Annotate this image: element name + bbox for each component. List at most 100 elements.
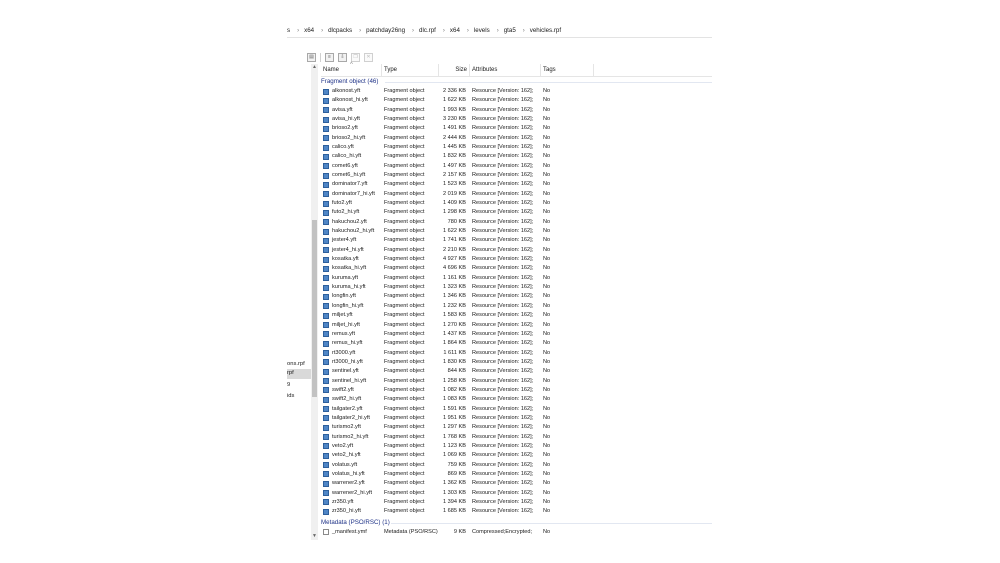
breadcrumb-separator-icon[interactable]: › <box>321 25 323 38</box>
fragment-file-icon <box>323 359 329 366</box>
breadcrumb-separator-icon[interactable]: › <box>297 25 299 38</box>
column-size[interactable]: Size <box>439 64 470 76</box>
table-row[interactable]: calico.yft Fragment object 1 445 KB Resourc… <box>321 143 712 152</box>
table-row[interactable]: hakuchou2_hi.yft Fragment object 1 622 KB R… <box>321 227 712 236</box>
properties-icon[interactable]: ≡ <box>325 53 334 62</box>
file-name: remus_hi.yft <box>332 340 363 347</box>
breadcrumb-segment[interactable]: gta5 <box>504 24 516 37</box>
table-row[interactable]: _manifest.ymf Metadata (PSO/RSC) 9 KB Compr… <box>321 528 712 537</box>
table-row[interactable]: alkonost.yft Fragment object 2 336 KB Resou… <box>321 87 712 96</box>
breadcrumb-separator-icon[interactable]: › <box>523 25 525 38</box>
table-row[interactable]: jester4.yft Fragment object 1 741 KB Resour… <box>321 236 712 245</box>
table-row[interactable]: sentinel_hi.yft Fragment object 1 258 KB Re… <box>321 377 712 386</box>
table-row[interactable]: turismo2.yft Fragment object 1 297 KB Resou… <box>321 423 712 432</box>
table-row[interactable]: dominator7_hi.yft Fragment object 2 019 KB… <box>321 190 712 199</box>
table-row[interactable]: kosatka_hi.yft Fragment object 4 696 KB Res… <box>321 264 712 273</box>
file-tags: No <box>543 508 551 515</box>
group-header-metadata[interactable]: Metadata (PSO/RSC) (1) <box>321 518 712 528</box>
table-row[interactable]: rt3000.yft Fragment object 1 611 KB Resourc… <box>321 349 712 358</box>
breadcrumb-segment[interactable]: vehicles.rpf <box>530 24 561 37</box>
nav-item[interactable]: 9 <box>287 382 290 388</box>
table-row[interactable]: rt3000_hi.yft Fragment object 1 830 KB Reso… <box>321 358 712 367</box>
extract-icon[interactable]: ⇩ <box>338 53 347 62</box>
table-row[interactable]: remus.yft Fragment object 1 437 KB Resource… <box>321 330 712 339</box>
table-row[interactable]: avisa_hi.yft Fragment object 3 230 KB Resou… <box>321 115 712 124</box>
table-row[interactable]: swift2_hi.yft Fragment object 1 083 KB Reso… <box>321 395 712 404</box>
column-type[interactable]: Type <box>382 64 439 76</box>
table-row[interactable]: calico_hi.yft Fragment object 1 832 KB Reso… <box>321 152 712 161</box>
file-size: 1 232 KB <box>442 302 466 309</box>
table-row[interactable]: brioso2.yft Fragment object 1 491 KB Resour… <box>321 124 712 133</box>
view-icon[interactable]: ▤ <box>307 53 316 62</box>
table-row[interactable]: tailgater2_hi.yft Fragment object 1 951 KB… <box>321 414 712 423</box>
column-name[interactable]: Name <box>321 64 382 76</box>
breadcrumb-segment[interactable]: dlc.rpf <box>419 24 436 37</box>
table-row[interactable]: comet6.yft Fragment object 1 497 KB Resourc… <box>321 162 712 171</box>
table-row[interactable]: longfin.yft Fragment object 1 346 KB Resour… <box>321 292 712 301</box>
column-tags[interactable]: Tags <box>541 64 594 76</box>
table-row[interactable]: brioso2_hi.yft Fragment object 2 444 KB Res… <box>321 134 712 143</box>
file-type: Fragment object <box>384 144 425 151</box>
breadcrumb-segment[interactable]: x64 <box>304 24 314 37</box>
scrollbar-thumb[interactable] <box>312 220 317 397</box>
table-row[interactable]: tailgater2.yft Fragment object 1 591 KB Res… <box>321 405 712 414</box>
file-tags: No <box>543 340 551 347</box>
table-row[interactable]: dominator7.yft Fragment object 1 523 KB Res… <box>321 180 712 189</box>
table-row[interactable]: volatus.yft Fragment object 759 KB Resource… <box>321 461 712 470</box>
file-tags: No <box>543 489 551 496</box>
table-row[interactable]: hakuchou2.yft Fragment object 780 KB Resour… <box>321 218 712 227</box>
table-row[interactable]: veto2.yft Fragment object 1 123 KB Resource… <box>321 442 712 451</box>
file-name: rt3000.yft <box>332 349 356 356</box>
table-row[interactable]: futo2_hi.yft Fragment object 1 298 KB Resou… <box>321 208 712 217</box>
file-name: sentinel_hi.yft <box>332 377 367 384</box>
breadcrumb-segment[interactable]: s <box>287 24 290 37</box>
table-row[interactable]: remus_hi.yft Fragment object 1 864 KB Resou… <box>321 339 712 348</box>
table-row[interactable]: kosatka.yft Fragment object 4 927 KB Resour… <box>321 255 712 264</box>
group-header-fragment[interactable]: Fragment object (46) <box>321 77 712 87</box>
nav-scrollbar[interactable]: ▲ ▼ <box>311 64 318 540</box>
breadcrumb-segment[interactable]: patchday26ng <box>366 24 405 37</box>
nav-item[interactable]: ids <box>287 393 294 399</box>
table-row[interactable]: swift2.yft Fragment object 1 082 KB Resourc… <box>321 386 712 395</box>
table-row[interactable]: turismo2_hi.yft Fragment object 1 768 KB Re… <box>321 433 712 442</box>
breadcrumb-segment[interactable]: levels <box>474 24 490 37</box>
table-row[interactable]: veto2_hi.yft Fragment object 1 069 KB Resou… <box>321 451 712 460</box>
breadcrumb[interactable]: s › x64 › dlcpacks › patchday26ng › dlc.rpf › x64 ›… <box>287 24 712 38</box>
table-row[interactable]: kuruma.yft Fragment object 1 161 KB Resourc… <box>321 274 712 283</box>
table-row[interactable]: zr350_hi.yft Fragment object 1 685 KB Resou… <box>321 507 712 516</box>
file-tags: No <box>543 396 551 403</box>
breadcrumb-separator-icon[interactable]: › <box>497 25 499 38</box>
table-row[interactable]: futo2.yft Fragment object 1 409 KB Resource… <box>321 199 712 208</box>
file-type: Fragment object <box>384 200 425 207</box>
table-row[interactable]: warrener2.yft Fragment object 1 362 KB Reso… <box>321 479 712 488</box>
breadcrumb-separator-icon[interactable]: › <box>443 25 445 38</box>
column-header-row: ^ Name Type Size Attributes Tags <box>321 62 712 77</box>
scroll-down-icon[interactable]: ▼ <box>311 533 318 540</box>
table-row[interactable]: sentinel.yft Fragment object 844 KB Resourc… <box>321 367 712 376</box>
scroll-up-icon[interactable]: ▲ <box>311 64 318 71</box>
file-name: calico.yft <box>332 144 354 151</box>
table-row[interactable]: zr350.yft Fragment object 1 394 KB Resource… <box>321 498 712 507</box>
file-type: Fragment object <box>384 284 425 291</box>
table-row[interactable]: avisa.yft Fragment object 1 993 KB Resource… <box>321 106 712 115</box>
breadcrumb-segment[interactable]: dlcpacks <box>328 24 352 37</box>
delete-icon[interactable]: ✕ <box>364 53 373 62</box>
table-row[interactable]: jester4_hi.yft Fragment object 2 210 KB Res… <box>321 246 712 255</box>
breadcrumb-separator-icon[interactable]: › <box>467 25 469 38</box>
breadcrumb-separator-icon[interactable]: › <box>412 25 414 38</box>
table-row[interactable]: miljet_hi.yft Fragment object 1 270 KB Reso… <box>321 321 712 330</box>
column-attributes[interactable]: Attributes <box>470 64 541 76</box>
table-row[interactable]: volatus_hi.yft Fragment object 869 KB Resou… <box>321 470 712 479</box>
table-row[interactable]: kuruma_hi.yft Fragment object 1 323 KB Reso… <box>321 283 712 292</box>
file-size: 780 KB <box>447 218 466 225</box>
table-row[interactable]: alkonost_hi.yft Fragment object 1 622 KB Re… <box>321 96 712 105</box>
nav-item[interactable]: rpf <box>287 370 294 376</box>
table-row[interactable]: warrener2_hi.yft Fragment object 1 303 KB R… <box>321 489 712 498</box>
table-row[interactable]: longfin_hi.yft Fragment object 1 232 KB Res… <box>321 302 712 311</box>
breadcrumb-segment[interactable]: x64 <box>450 24 460 37</box>
breadcrumb-separator-icon[interactable]: › <box>359 25 361 38</box>
table-row[interactable]: miljet.yft Fragment object 1 583 KB Resourc… <box>321 311 712 320</box>
nav-item[interactable]: ons.rpf <box>287 361 305 367</box>
file-attributes: Resource [Version: 162]; <box>472 349 534 356</box>
table-row[interactable]: comet6_hi.yft Fragment object 2 157 KB Reso… <box>321 171 712 180</box>
